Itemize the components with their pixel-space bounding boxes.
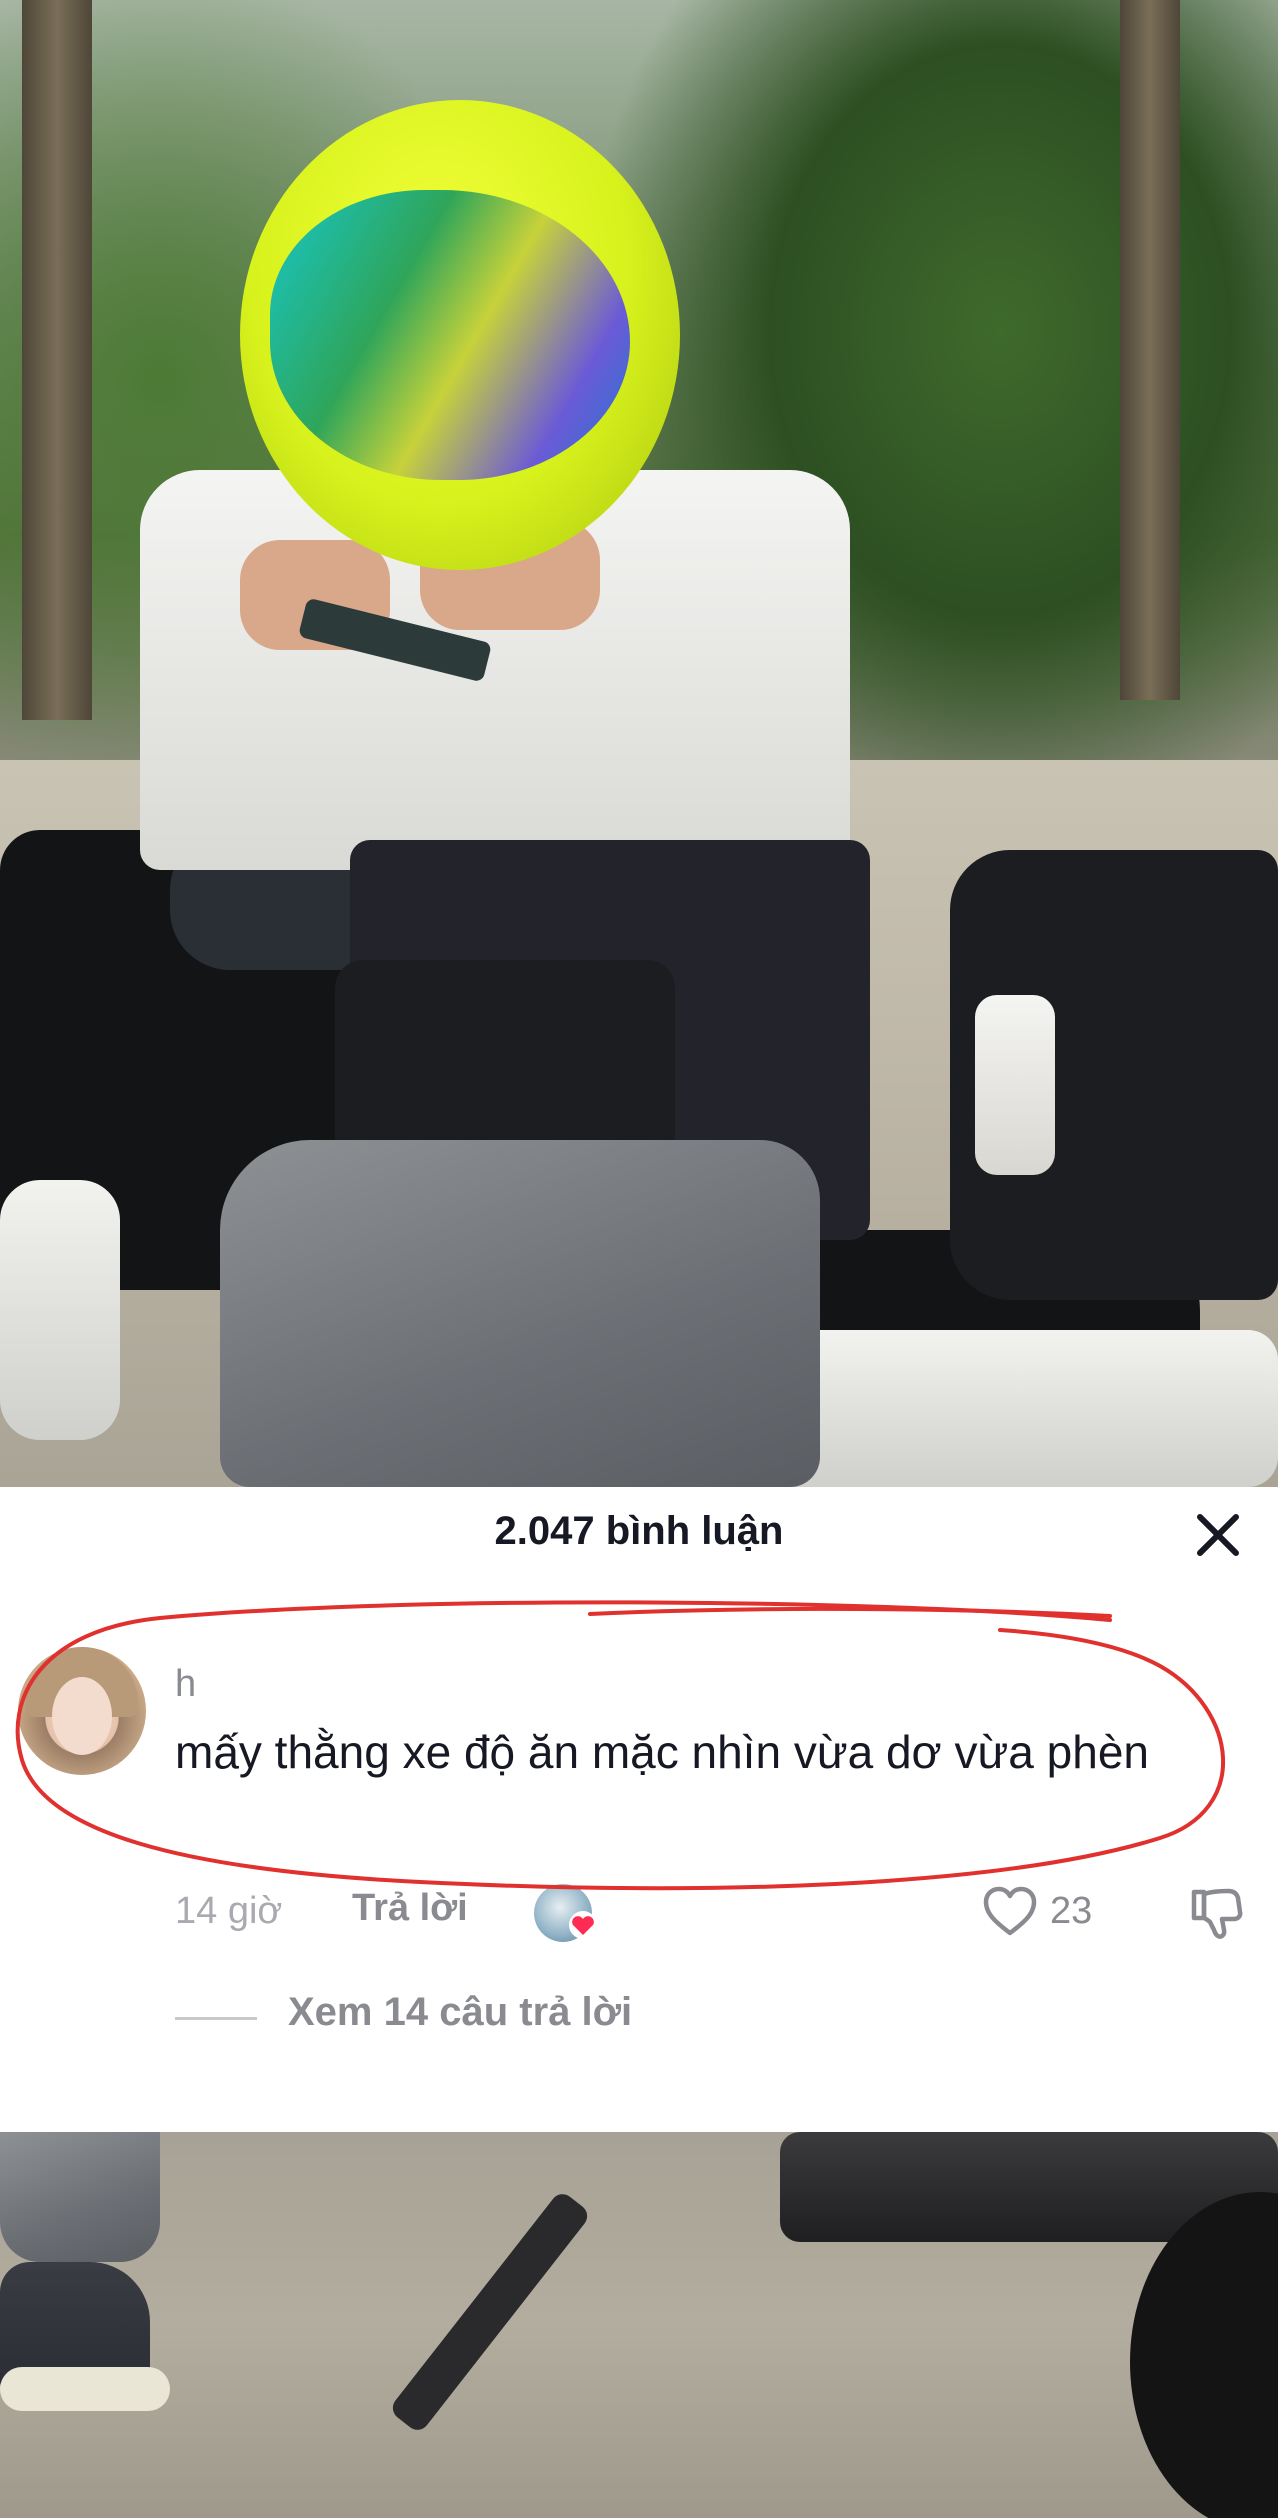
close-icon — [1197, 1514, 1239, 1556]
motorbike-handlebar — [0, 1000, 170, 1036]
tree-trunk-left — [22, 0, 92, 720]
heart-outline-icon — [983, 1886, 1037, 1936]
like-button[interactable] — [980, 1883, 1040, 1939]
close-button[interactable] — [1190, 1507, 1246, 1563]
avatar-face — [52, 1677, 112, 1755]
rider-jeans — [220, 1140, 820, 1487]
kickstand — [388, 2189, 592, 2435]
thumbs-down-icon — [1191, 1888, 1243, 1939]
commenter-username[interactable]: h — [175, 1663, 196, 1706]
comment-count: 2.047 bình luận — [494, 1509, 784, 1553]
reply-button[interactable]: Trả lời — [352, 1887, 468, 1930]
view-replies-divider — [175, 2017, 257, 2020]
comment-timestamp: 14 giờ — [175, 1890, 283, 1932]
like-count: 23 — [1050, 1890, 1093, 1932]
comments-sheet: 2.047 bình luận h mấy thằng xe độ ăn mặc… — [0, 1487, 1278, 2132]
background-photo-bottom — [0, 2132, 1278, 2518]
creator-liked-heart-icon — [569, 1911, 597, 1939]
shoe-sole — [0, 2367, 170, 2411]
bottle — [975, 995, 1055, 1175]
commenter-avatar[interactable] — [18, 1647, 146, 1775]
view-replies-label: Xem 14 câu trả lời — [288, 1990, 633, 2034]
dislike-button[interactable] — [1184, 1880, 1248, 1944]
comments-header: 2.047 bình luận — [0, 1487, 1278, 1577]
rider-leg-lower — [0, 2132, 160, 2262]
comment-text: mấy thằng xe độ ăn mặc nhìn vừa dơ vừa p… — [175, 1726, 1149, 1778]
background-photo-top — [0, 0, 1278, 1487]
motorbike-front-fairing — [0, 1180, 120, 1440]
tree-trunk-right — [1120, 0, 1180, 700]
